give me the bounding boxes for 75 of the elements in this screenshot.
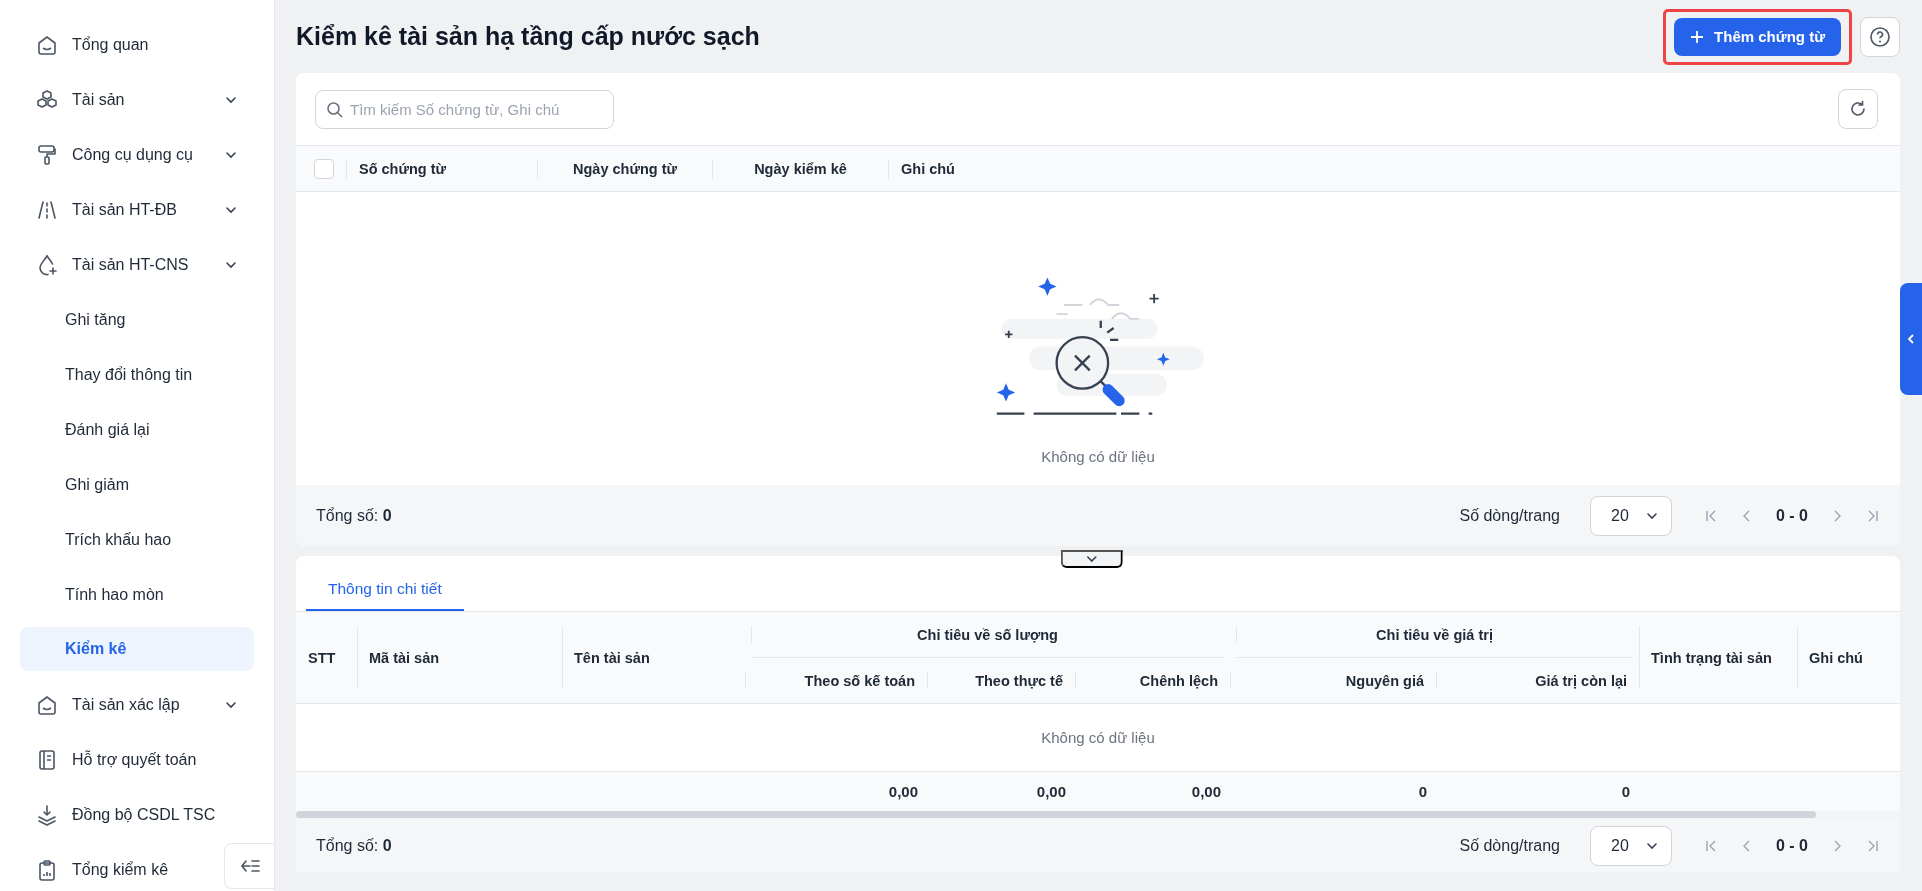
refresh-button[interactable]	[1838, 89, 1878, 129]
cubes-icon	[36, 88, 58, 111]
column-total: 0,00	[887, 783, 919, 800]
column-header: Chênh lệch	[1075, 658, 1230, 703]
empty-message: Không có dữ liệu	[1041, 448, 1155, 465]
column-header: Mã tài sản	[357, 612, 562, 703]
chevron-left-icon	[1906, 333, 1916, 345]
sidebar-item[interactable]: Tổng quan	[20, 17, 254, 72]
column-total: 0,00	[1190, 783, 1222, 800]
column-total: 0	[1417, 783, 1428, 800]
column-group-header: Chỉ tiêu về giá trị	[1236, 612, 1633, 658]
add-voucher-button[interactable]: Thêm chứng từ	[1674, 17, 1841, 56]
sidebar-item[interactable]: Tài sản HT-CNS	[20, 237, 254, 292]
column-header: Theo thực tế	[927, 658, 1075, 703]
sidebar-subitem[interactable]: Thay đổi thông tin	[20, 347, 254, 402]
column-header: Theo số kế toán	[745, 658, 927, 703]
first-page-icon[interactable]	[1704, 508, 1718, 523]
sidebar-subitem[interactable]: Tính hao mòn	[20, 567, 254, 622]
rows-per-page-select[interactable]: 20	[1590, 495, 1672, 536]
collapse-panel-button[interactable]	[1060, 550, 1123, 568]
sidebar-item[interactable]: Tài sản xác lập	[20, 677, 254, 732]
side-panel-toggle[interactable]	[1900, 283, 1922, 395]
page-title: Kiểm kê tài sản hạ tầng cấp nước sạch	[296, 22, 761, 51]
sidebar-subitem[interactable]: Ghi giảm	[20, 457, 254, 512]
sidebar-item[interactable]: Tổng kiểm kê	[20, 842, 218, 891]
sidebar-item[interactable]: Tài sản	[20, 72, 254, 127]
page-range: 0 - 0	[1776, 506, 1808, 525]
sidebar-subitem[interactable]: Kiểm kê	[20, 627, 254, 671]
book-icon	[36, 748, 58, 771]
column-header: Giá trị còn lại	[1436, 658, 1639, 703]
column-total: 0,00	[1035, 783, 1067, 800]
collapse-menu-icon	[239, 858, 260, 874]
refresh-icon	[1849, 100, 1867, 118]
rows-per-page-label: Số dòng/trang	[1459, 836, 1560, 855]
search-field[interactable]: Tìm kiếm Số chứng từ, Ghi chú	[315, 89, 614, 129]
column-total: 0	[1620, 783, 1631, 800]
first-page-icon[interactable]	[1704, 838, 1718, 853]
sidebar-subitem[interactable]: Ghi tăng	[20, 292, 254, 347]
column-group-header: Chỉ tiêu về số lượng	[751, 612, 1224, 658]
column-header: Ngày kiểm kê	[712, 158, 888, 179]
last-page-icon[interactable]	[1866, 838, 1880, 853]
horizontal-scrollbar[interactable]	[296, 811, 1816, 818]
paint-roller-icon	[36, 143, 58, 166]
rows-per-page-label: Số dòng/trang	[1459, 506, 1560, 525]
sidebar-subitem[interactable]: Trích khấu hao	[20, 512, 254, 567]
help-button[interactable]	[1860, 16, 1900, 57]
column-header: Nguyên giá	[1230, 658, 1436, 703]
sidebar-item[interactable]: Đồng bộ CSDL TSC	[20, 787, 254, 842]
sidebar-item[interactable]: Tài sản HT-ĐB	[20, 182, 254, 237]
sidebar-subitem[interactable]: Đánh giá lại	[20, 402, 254, 457]
clipboard-icon	[36, 858, 58, 881]
rows-per-page-select[interactable]: 20	[1590, 825, 1672, 866]
collapse-sidebar-button[interactable]	[224, 843, 274, 889]
drop-plus-icon	[36, 253, 58, 276]
last-page-icon[interactable]	[1866, 508, 1880, 523]
road-icon	[36, 198, 58, 221]
column-header: Ghi chú	[888, 158, 1900, 179]
total-count: Tổng số: 0	[316, 836, 393, 855]
total-count: Tổng số: 0	[316, 506, 393, 525]
column-header: Tình trạng tài sản	[1639, 612, 1797, 703]
column-header: STT	[307, 648, 337, 668]
home-icon	[36, 693, 58, 716]
plus-icon	[1690, 29, 1705, 44]
column-header: Ngày chứng từ	[537, 158, 712, 179]
layers-download-icon	[36, 803, 58, 826]
page-range: 0 - 0	[1776, 836, 1808, 855]
search-icon	[326, 100, 344, 119]
column-header: Số chứng từ	[346, 158, 537, 179]
sidebar-item[interactable]: Hỗ trợ quyết toán	[20, 732, 254, 787]
column-header: Ghi chú	[1797, 612, 1899, 703]
help-icon	[1869, 25, 1891, 48]
sidebar-item[interactable]: Công cụ dụng cụ	[20, 127, 254, 182]
select-all-checkbox[interactable]	[314, 158, 334, 179]
column-header: Tên tài sản	[562, 612, 745, 703]
home-icon	[36, 33, 58, 56]
